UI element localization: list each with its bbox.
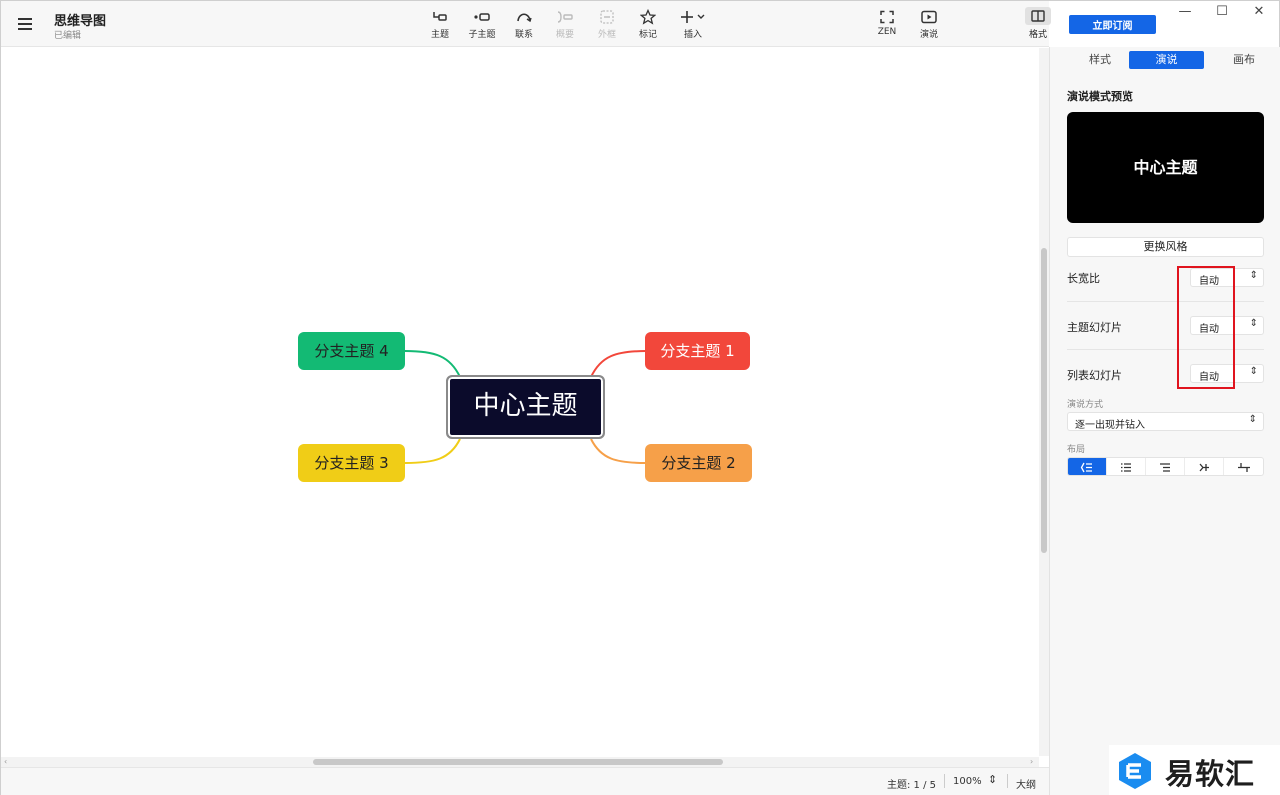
branch-left-icon — [1199, 463, 1209, 472]
connector-branch-2 — [590, 438, 647, 464]
layout-left-icon — [1080, 462, 1092, 473]
format-panel: 样式 演说 画布 演说模式预览 中心主题 更换风格 长宽比 自动 ⇕ 主题幻灯片… — [1049, 47, 1280, 795]
highlight-annotation — [1177, 266, 1235, 389]
status-divider — [1007, 774, 1008, 788]
tab-style[interactable]: 样式 — [1066, 51, 1134, 69]
branch-topic-1[interactable]: 分支主题 1 — [645, 332, 750, 370]
tab-present[interactable]: 演说 — [1129, 51, 1204, 69]
branch-topic-3[interactable]: 分支主题 3 — [298, 444, 405, 482]
preview-title: 演说模式预览 — [1067, 90, 1133, 103]
updown-icon: ⇕ — [1249, 366, 1258, 377]
status-bar: 主题: 1 / 5 100% ⇕ 大纲 — [1, 767, 1049, 795]
indent-list-icon — [1160, 463, 1170, 472]
tab-canvas[interactable]: 画布 — [1210, 51, 1278, 69]
layout-label: 布局 — [1067, 445, 1086, 455]
subscribe-button[interactable]: 立即订阅 — [1069, 15, 1156, 34]
central-topic[interactable]: 中心主题 — [446, 375, 605, 439]
layout-option-5[interactable] — [1224, 458, 1263, 475]
app-window: 思维导图 已编辑 主题 子主题 联系 概要 外框 标记 插入 ZEN 演说 格式… — [0, 0, 1280, 795]
watermark-logo-icon — [1119, 753, 1151, 789]
topic-slide-label: 主题幻灯片 — [1067, 321, 1122, 334]
updown-icon: ⇕ — [1249, 318, 1258, 329]
present-mode-value: 逐一出现并钻入 — [1075, 420, 1145, 431]
timeline-icon — [1237, 463, 1250, 472]
horizontal-scroll-thumb[interactable] — [313, 759, 723, 765]
connector-branch-3 — [404, 438, 461, 464]
minimize-button[interactable]: — — [1171, 3, 1199, 21]
updown-icon: ⇕ — [1248, 414, 1257, 425]
change-style-button[interactable]: 更换风格 — [1067, 237, 1264, 257]
aspect-ratio-label: 长宽比 — [1067, 272, 1100, 285]
layout-segmented-control — [1067, 457, 1264, 476]
horizontal-scrollbar[interactable]: ‹ › — [1, 757, 1039, 767]
updown-icon: ⇕ — [1249, 270, 1258, 281]
presentation-preview: 中心主题 — [1067, 112, 1264, 223]
maximize-button[interactable]: ☐ — [1208, 3, 1236, 21]
vertical-scrollbar[interactable] — [1039, 48, 1049, 756]
branch-topic-2[interactable]: 分支主题 2 — [645, 444, 752, 482]
status-divider — [944, 774, 945, 788]
layout-option-4[interactable] — [1185, 458, 1224, 475]
vertical-scroll-thumb[interactable] — [1041, 248, 1047, 553]
connector-branch-1 — [590, 350, 647, 378]
list-icon — [1121, 463, 1131, 472]
scroll-left-icon[interactable]: ‹ — [4, 757, 7, 766]
present-mode-label: 演说方式 — [1067, 400, 1104, 410]
zoom-stepper-icon[interactable]: ⇕ — [988, 773, 997, 786]
layout-option-3[interactable] — [1146, 458, 1185, 475]
layout-option-1[interactable] — [1068, 458, 1107, 475]
watermark: 易软汇 — [1109, 745, 1280, 795]
topic-count: 主题: 1 / 5 — [887, 780, 936, 791]
present-mode-select[interactable]: 逐一出现并钻入 ⇕ — [1067, 412, 1264, 431]
outline-button[interactable]: 大纲 — [1016, 776, 1036, 791]
layout-option-2[interactable] — [1107, 458, 1146, 475]
list-slide-label: 列表幻灯片 — [1067, 369, 1122, 382]
watermark-text: 易软汇 — [1165, 757, 1256, 791]
connector-branch-4 — [404, 350, 461, 378]
scroll-right-icon[interactable]: › — [1030, 757, 1033, 766]
close-button[interactable]: ✕ — [1245, 3, 1273, 21]
zoom-level[interactable]: 100% — [953, 776, 982, 787]
panel-tabs: 样式 演说 画布 — [1058, 51, 1278, 69]
branch-topic-4[interactable]: 分支主题 4 — [298, 332, 405, 370]
